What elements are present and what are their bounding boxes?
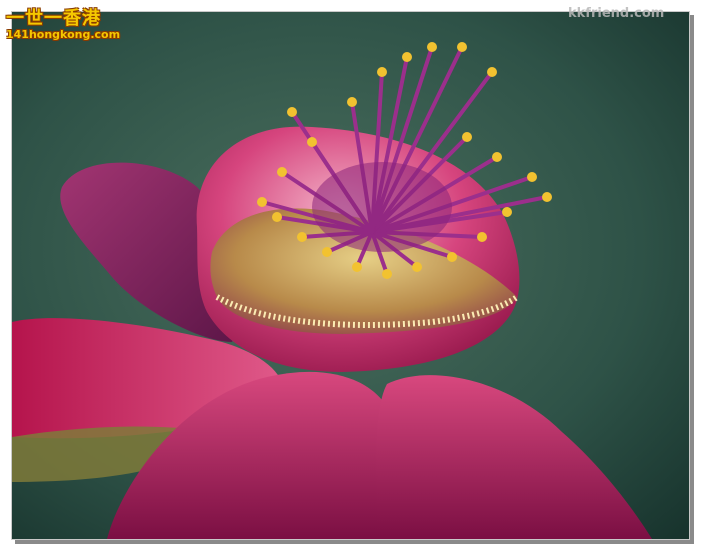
frame-shadow-bottom (15, 540, 694, 544)
flower-illustration (12, 12, 689, 539)
watermark-site: kkfriend.com (568, 6, 665, 21)
image-frame: 一世一香港 141hongkong.com kkfriend.com (0, 0, 705, 556)
watermark-brand-url: 141hongkong.com (6, 28, 121, 41)
flower-photo (11, 11, 690, 540)
frame-shadow-right (690, 15, 694, 542)
watermark-brand-cn: 一世一香港 (6, 8, 101, 29)
